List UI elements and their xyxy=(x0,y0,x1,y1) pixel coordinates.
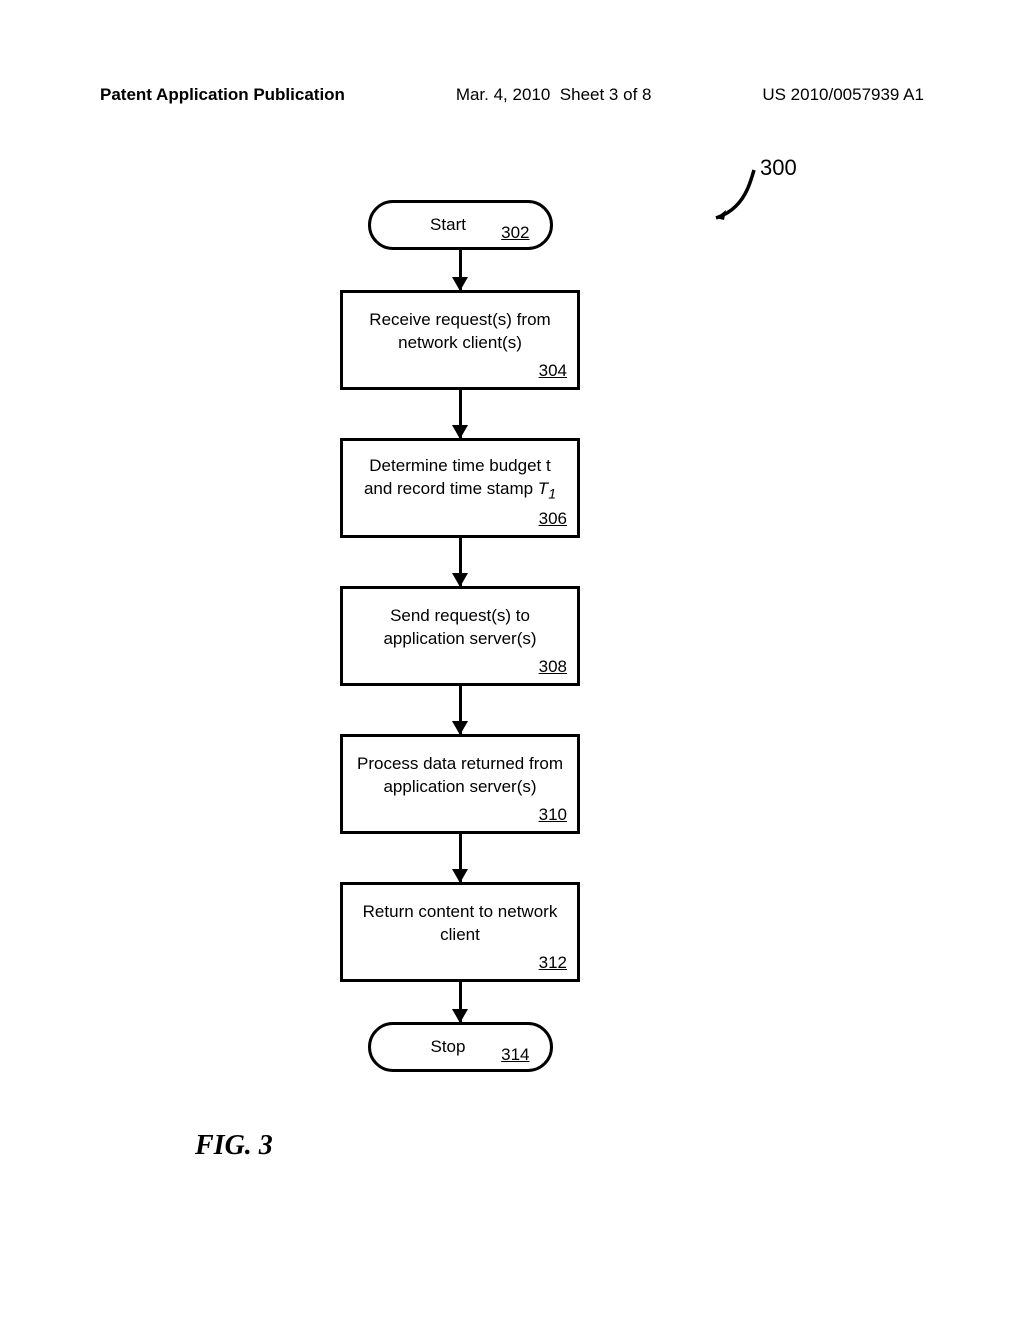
start-terminator: Start 302 xyxy=(368,200,553,250)
stop-label: Stop xyxy=(431,1037,466,1057)
stop-terminator: Stop 314 xyxy=(368,1022,553,1072)
reference-lead-300 xyxy=(710,166,758,222)
process-308-num: 308 xyxy=(539,656,567,679)
process-306-num: 306 xyxy=(539,508,567,531)
process-312: Return content to network client 312 xyxy=(340,882,580,982)
process-306-text: Determine time budget t and record time … xyxy=(353,455,567,504)
process-312-text: Return content to network client xyxy=(353,901,567,947)
process-304-text: Receive request(s) from network client(s… xyxy=(353,309,567,355)
arrow xyxy=(459,538,462,586)
process-310: Process data returned from application s… xyxy=(340,734,580,834)
process-304: Receive request(s) from network client(s… xyxy=(340,290,580,390)
publication-date: Mar. 4, 2010 Sheet 3 of 8 xyxy=(456,85,652,105)
start-num: 302 xyxy=(501,223,529,243)
process-308-text: Send request(s) to application server(s) xyxy=(353,605,567,651)
figure-label: FIG. 3 xyxy=(195,1130,273,1162)
process-310-text: Process data returned from application s… xyxy=(353,753,567,799)
process-312-num: 312 xyxy=(539,952,567,975)
arrow xyxy=(459,686,462,734)
arrow xyxy=(459,834,462,882)
publication-label: Patent Application Publication xyxy=(100,85,345,105)
reference-numeral-300: 300 xyxy=(760,155,797,181)
arrow xyxy=(459,390,462,438)
start-label: Start xyxy=(430,215,466,235)
process-304-num: 304 xyxy=(539,360,567,383)
process-306: Determine time budget t and record time … xyxy=(340,438,580,538)
process-310-num: 310 xyxy=(539,804,567,827)
arrow xyxy=(459,250,462,290)
process-308: Send request(s) to application server(s)… xyxy=(340,586,580,686)
page-header: Patent Application Publication Mar. 4, 2… xyxy=(100,85,924,105)
arrow xyxy=(459,982,462,1022)
stop-num: 314 xyxy=(501,1045,529,1065)
flowchart: Start 302 Receive request(s) from networ… xyxy=(335,200,585,1072)
publication-number: US 2010/0057939 A1 xyxy=(762,85,924,105)
